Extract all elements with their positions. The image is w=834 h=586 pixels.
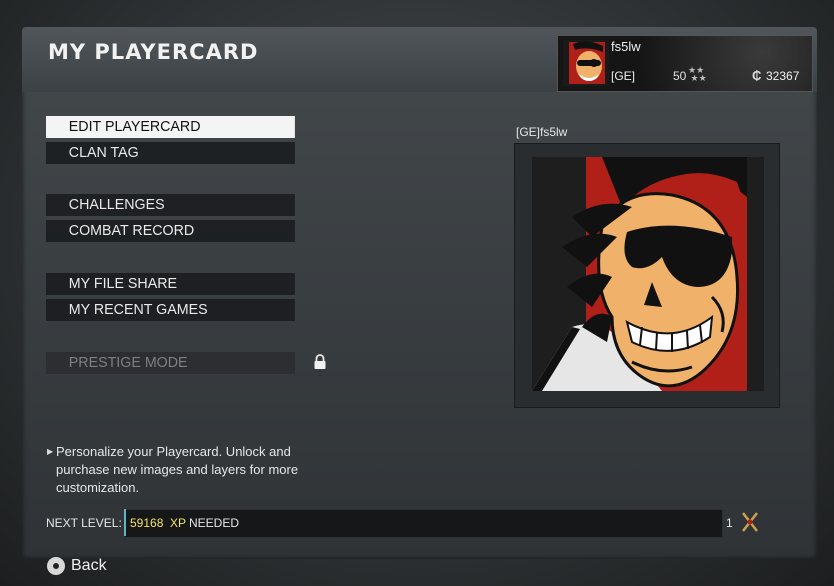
prestige-rank-icon	[742, 512, 758, 532]
menu-item-combat-record[interactable]: COMBAT RECORD	[46, 220, 295, 242]
cod-points-value: 32367	[766, 69, 800, 83]
menu-item-my-recent-games[interactable]: MY RECENT GAMES	[46, 299, 295, 321]
xp-unit: XP	[170, 516, 187, 530]
player-banner: fs5lw [GE] 50 ★★ ★★ ₵ 32367	[557, 35, 813, 92]
page-title: MY PLAYERCARD	[48, 40, 259, 64]
menu-item-my-file-share[interactable]: MY FILE SHARE	[46, 273, 295, 295]
menu-item-edit-playercard[interactable]: EDIT PLAYERCARD	[46, 116, 295, 138]
player-level: 50	[673, 69, 687, 83]
next-level-label: NEXT LEVEL:	[46, 516, 122, 530]
menu-item-prestige-mode[interactable]: PRESTIGE MODE	[46, 352, 295, 374]
xp-needed-suffix: NEEDED	[189, 516, 240, 530]
pirate-skull-emblem-icon	[563, 40, 609, 86]
back-label: Back	[71, 557, 107, 574]
hint-arrow-icon: ▶	[47, 447, 54, 456]
xp-needed-amount: 59168	[130, 516, 164, 530]
lock-icon	[314, 354, 326, 369]
menu-item-challenges[interactable]: CHALLENGES	[46, 194, 295, 216]
cod-points-icon: ₵	[752, 68, 762, 83]
menu-item-clan-tag[interactable]: CLAN TAG	[46, 142, 295, 164]
next-rank-number: 1	[726, 516, 733, 530]
player-clan-tag: [GE]	[611, 69, 636, 83]
hint-text: Personalize your Playercard. Unlock and …	[56, 444, 299, 495]
preview-caption: [GE]fs5lw	[516, 125, 568, 139]
player-name: fs5lw	[611, 39, 641, 54]
rank-stars-icon: ★★ ★★	[688, 65, 707, 83]
pirate-skull-emblem-icon	[532, 157, 764, 391]
circle-button-icon	[47, 557, 65, 575]
xp-progress-marker	[124, 509, 126, 536]
